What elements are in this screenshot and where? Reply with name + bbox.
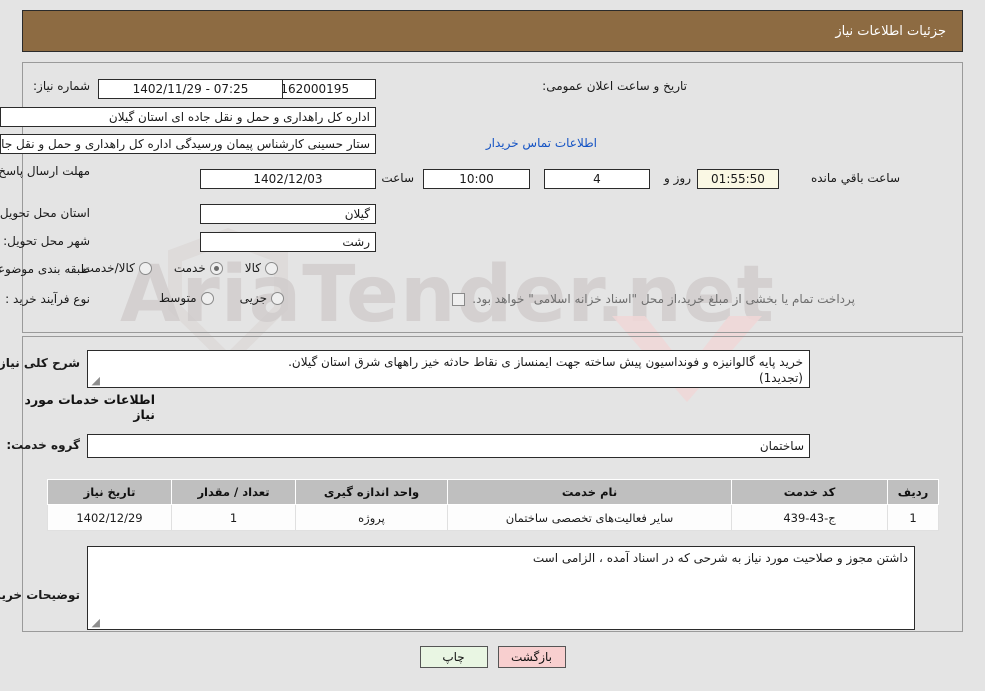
col-service-code: کد خدمت	[731, 479, 888, 505]
process-radio-group: جزیی متوسط	[159, 291, 284, 305]
page-header: جزئیات اطلاعات نیاز	[22, 10, 963, 52]
category-label: طبقه بندی موضوعی:	[0, 262, 90, 276]
hour-label: ساعت	[381, 171, 414, 185]
city-label-wrap: شهر محل تحویل:	[3, 234, 90, 248]
table-cell: 1	[171, 504, 296, 531]
announce-datetime-field[interactable]: 1402/11/29 - 07:25	[98, 79, 283, 99]
service-group-label: گروه خدمت:	[6, 438, 80, 452]
deadline-label: مهلت ارسال پاسخ: تا تاریخ:	[0, 164, 90, 178]
buyer-notes-label: توضیحات خریدار:	[0, 588, 80, 602]
table-header-row: ردیف کد خدمت نام خدمت واحد اندازه گیری ت…	[47, 479, 939, 505]
col-service-name: نام خدمت	[447, 479, 732, 505]
page-title: جزئیات اطلاعات نیاز	[835, 23, 946, 39]
process-label: نوع فرآیند خرید :	[5, 292, 90, 306]
days-and-label: روز و	[664, 171, 691, 185]
col-need-date: تاریخ نیاز	[47, 479, 172, 505]
buyer-notes-value: داشتن مجوز و صلاحیت مورد نیاز به شرحی که…	[532, 551, 908, 565]
footer-button-bar: بازگشت چاپ	[0, 646, 985, 668]
radio-option-minor[interactable]: جزیی	[240, 291, 284, 305]
radio-goods-icon[interactable]	[265, 261, 278, 275]
radio-goods-service-icon[interactable]	[138, 261, 152, 275]
radio-medium-icon[interactable]	[200, 291, 214, 305]
province-label: استان محل تحویل:	[0, 206, 90, 220]
back-button[interactable]: بازگشت	[497, 646, 566, 668]
city-field[interactable]: رشت	[200, 232, 376, 252]
treasury-checkbox[interactable]	[452, 293, 465, 306]
buyer-notes-textarea[interactable]: داشتن مجوز و صلاحیت مورد نیاز به شرحی که…	[87, 546, 915, 630]
resize-grip-icon[interactable]: ◢	[90, 375, 100, 386]
buyer-org-field[interactable]: اداره کل راهداری و حمل و نقل جاده ای است…	[0, 107, 376, 127]
deadline-date-field[interactable]: 1402/12/03	[200, 169, 376, 189]
remaining-time-field: 01:55:50	[697, 169, 779, 189]
announce-datetime-label: تاریخ و ساعت اعلان عمومی:	[542, 79, 687, 93]
deadline-time-field[interactable]: 10:00	[423, 169, 530, 189]
col-row-no: ردیف	[887, 479, 939, 505]
creator-field[interactable]: ستار حسینی کارشناس پیمان ورسیدگی اداره ک…	[0, 134, 376, 154]
remaining-suffix-label: ساعت باقي مانده	[810, 171, 900, 185]
buyer-contact-link[interactable]: اطلاعات تماس خریدار	[486, 136, 597, 150]
category-radio-group: کالا خدمت کالا/خدمت	[83, 261, 278, 275]
col-unit: واحد اندازه گیری	[295, 479, 448, 505]
table-cell: سایر فعالیت‌های تخصصی ساختمان	[447, 504, 732, 531]
radio-option-goods[interactable]: کالا	[245, 261, 278, 275]
category-label-wrap: طبقه بندی موضوعی:	[0, 262, 90, 276]
treasury-note-label: پرداخت تمام یا بخشی از مبلغ خرید،از محل …	[472, 292, 855, 306]
table-body: 1 ج-43-439 سایر فعالیت‌های تخصصی ساختمان پر…	[47, 504, 939, 531]
radio-goods-service-label: کالا/خدمت	[82, 261, 135, 275]
radio-minor-icon[interactable]	[271, 291, 284, 305]
remaining-days-field[interactable]: 4	[544, 169, 650, 189]
province-field[interactable]: گیلان	[200, 204, 376, 224]
process-label-wrap: نوع فرآیند خرید :	[5, 292, 90, 306]
general-desc-label: شرح کلی نیاز:	[0, 356, 80, 370]
radio-medium-label: متوسط	[158, 291, 197, 305]
table-cell: 1402/12/29	[47, 504, 172, 531]
need-number-row: شماره نیاز:	[33, 79, 90, 93]
table-cell: 1	[887, 504, 939, 531]
resize-grip-icon-notes[interactable]: ◢	[90, 617, 100, 628]
table-row: 1 ج-43-439 سایر فعالیت‌های تخصصی ساختمان پر…	[47, 504, 939, 531]
radio-option-medium[interactable]: متوسط	[159, 291, 214, 305]
need-number-label: شماره نیاز:	[33, 79, 90, 93]
general-desc-value: خرید پایه گالوانیزه و فونداسیون پیش ساخت…	[288, 355, 803, 385]
deadline-label-wrap: مهلت ارسال پاسخ: تا تاریخ:	[0, 164, 90, 179]
col-quantity: تعداد / مقدار	[171, 479, 296, 505]
announce-datetime-label-wrap: تاریخ و ساعت اعلان عمومی:	[542, 79, 687, 93]
general-desc-textarea[interactable]: خرید پایه گالوانیزه و فونداسیون پیش ساخت…	[87, 350, 810, 388]
services-table: ردیف کد خدمت نام خدمت واحد اندازه گیری ت…	[47, 479, 939, 531]
radio-option-goods-service[interactable]: کالا/خدمت	[83, 261, 152, 275]
radio-minor-label: جزیی	[239, 291, 267, 305]
radio-option-service[interactable]: خدمت	[174, 261, 223, 275]
print-button[interactable]: چاپ	[419, 646, 488, 668]
radio-service-label: خدمت	[173, 261, 206, 275]
table-cell: پروژه	[295, 504, 448, 531]
city-label: شهر محل تحویل:	[3, 234, 90, 248]
radio-service-icon[interactable]	[209, 261, 223, 275]
radio-goods-label: کالا	[244, 261, 261, 275]
service-group-field[interactable]: ساختمان	[87, 434, 810, 458]
services-info-heading: اطلاعات خدمات مورد نیاز	[24, 392, 155, 422]
table-cell: ج-43-439	[731, 504, 888, 531]
province-label-wrap: استان محل تحویل:	[0, 206, 90, 220]
